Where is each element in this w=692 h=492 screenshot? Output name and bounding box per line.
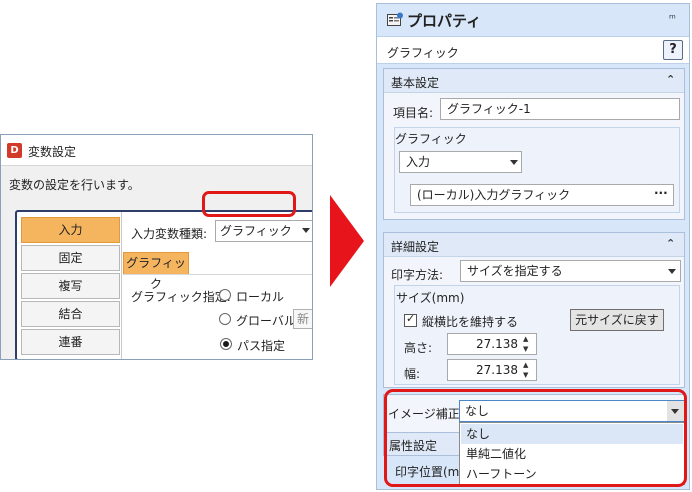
detail-settings-header[interactable]: 詳細設定 ⌃ <box>384 233 684 257</box>
tab-underline <box>123 274 312 275</box>
height-label: 高さ: <box>404 341 433 355</box>
chevron-down-icon[interactable] <box>668 269 676 274</box>
more-icon[interactable]: ··· <box>654 186 668 200</box>
input-var-type-label: 入力変数種類: <box>131 227 208 241</box>
chevron-down-icon[interactable] <box>510 160 518 165</box>
tab-fixed[interactable]: 固定 <box>21 245 120 271</box>
print-method-select[interactable]: サイズを指定する <box>460 260 681 282</box>
detail-settings-group: 詳細設定 ⌃ 印字方法: サイズを指定する サイズ(mm) ✓ 縦横比を維持する… <box>383 232 685 388</box>
selected-object-type: グラフィック <box>387 46 459 60</box>
highlight-box-image-correction <box>384 389 687 487</box>
item-name-field[interactable]: グラフィック-1 <box>440 98 680 120</box>
app-logo-icon: D <box>7 143 22 158</box>
tab-input[interactable]: 入力 <box>21 217 120 243</box>
spinner-icon[interactable]: ▲ ▼ <box>523 334 528 354</box>
tab-copy[interactable]: 複写 <box>21 273 120 299</box>
tab-serial[interactable]: 連番 <box>21 329 120 355</box>
width-label: 幅: <box>404 367 421 381</box>
size-subgroup-label: サイズ(mm) <box>396 291 465 305</box>
dialog-title-bar: D 変数設定 <box>1 135 312 166</box>
help-button[interactable]: ? <box>663 40 683 60</box>
radio-path[interactable] <box>220 338 232 350</box>
check-icon[interactable]: ✓ <box>406 312 415 325</box>
basic-settings-header[interactable]: 基本設定 ⌃ <box>384 69 684 93</box>
panel-title: プロパティ <box>407 12 482 30</box>
print-method-label: 印字方法: <box>391 268 444 282</box>
tab-concat[interactable]: 結合 <box>21 301 120 327</box>
tab-separator <box>121 212 122 359</box>
radio-local[interactable] <box>219 289 231 301</box>
restore-size-button[interactable]: 元サイズに戻す <box>570 309 664 331</box>
radio-local-label[interactable]: ローカル <box>236 288 284 305</box>
radio-global-label[interactable]: グローバル <box>236 312 296 329</box>
graphic-subgroup-label: グラフィック <box>395 132 467 146</box>
graphic-source-select[interactable]: 入力 <box>399 151 522 173</box>
input-var-type-select[interactable]: グラフィック <box>215 220 312 242</box>
radio-global[interactable] <box>219 313 231 325</box>
dialog-description: 変数の設定を行います。 <box>9 178 140 192</box>
graphic-path-field[interactable]: (ローカル)入力グラフィック <box>410 184 674 206</box>
collapse-icon[interactable]: ⌃ <box>666 73 675 86</box>
highlight-box-path-option <box>202 191 296 217</box>
spinner-icon[interactable]: ▲ ▼ <box>523 360 528 380</box>
detail-settings-title: 詳細設定 <box>391 240 440 254</box>
selected-object-bar: グラフィック ? <box>377 36 689 64</box>
dialog-title: 変数設定 <box>28 145 77 159</box>
graphic-spec-label: グラフィック指定: <box>131 290 231 304</box>
tab-graphic[interactable]: グラフィック <box>123 252 189 291</box>
dialog-content-frame: 入力 固定 複写 結合 連番 入力変数種類: グラフィック グラフィック グラフ… <box>15 210 312 359</box>
new-button[interactable]: 新 <box>293 309 312 329</box>
keep-ratio-label[interactable]: 縦横比を維持する <box>422 313 518 330</box>
red-arrow-icon <box>330 195 364 287</box>
pin-icon[interactable]: ᵐ <box>669 12 676 25</box>
radio-path-label[interactable]: パス指定 <box>237 337 285 354</box>
collapse-icon[interactable]: ⌃ <box>666 237 675 250</box>
panel-header: プロパティ ᵐ <box>377 4 689 36</box>
item-name-label: 項目名: <box>393 106 434 120</box>
variable-settings-dialog: D 変数設定 変数の設定を行います。 入力 固定 複写 結合 連番 入力変数種類… <box>0 134 313 360</box>
properties-icon <box>387 12 403 26</box>
chevron-down-icon[interactable] <box>302 228 310 233</box>
basic-settings-title: 基本設定 <box>391 76 440 90</box>
basic-settings-group: 基本設定 ⌃ 項目名: グラフィック-1 グラフィック 入力 (ローカル)入力グ… <box>383 68 685 220</box>
